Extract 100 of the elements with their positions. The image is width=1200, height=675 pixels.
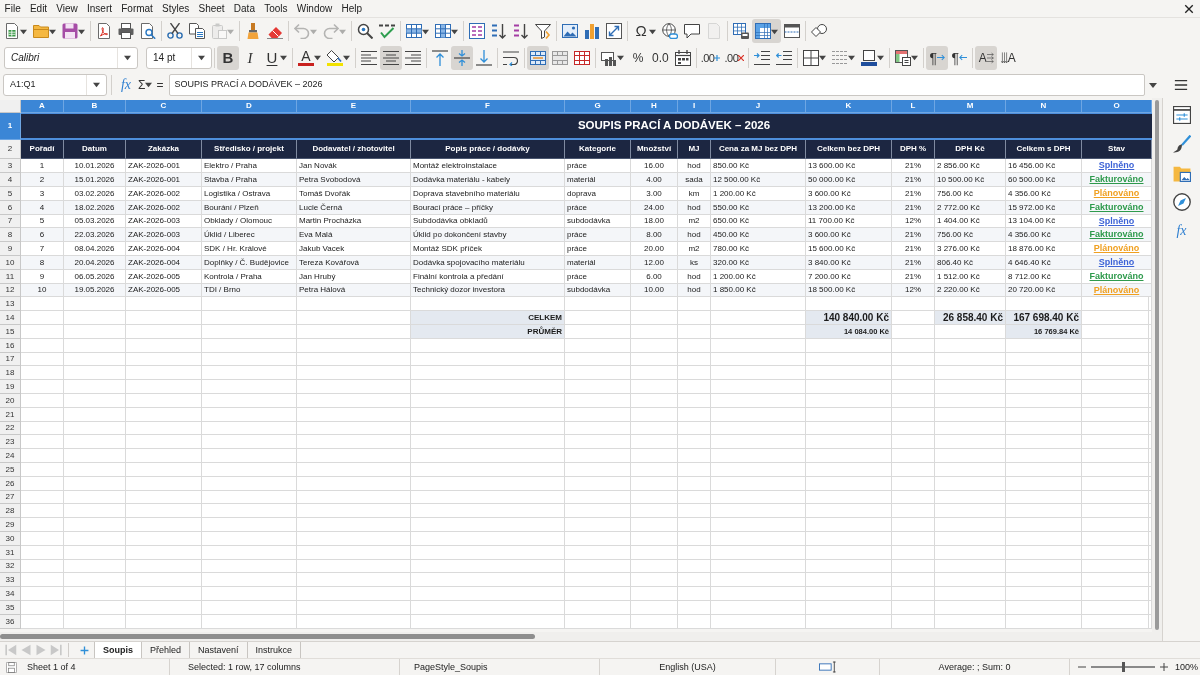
row-header[interactable]: 33 [0,573,21,587]
sum-button[interactable]: Σ [136,72,155,97]
add-decimal-button[interactable]: .00 [698,45,723,70]
menu-icon[interactable] [1174,77,1189,92]
zoom-in-icon[interactable] [1160,663,1168,671]
align-center-button[interactable] [380,45,402,70]
column-header[interactable]: A [21,100,64,113]
caret-icon[interactable] [1149,80,1158,89]
row-header[interactable]: 5 [0,187,21,201]
row-header[interactable]: 22 [0,422,21,435]
zoom-percent-text[interactable]: 100% [1175,661,1199,673]
menu-item[interactable]: Tools [259,2,293,15]
column-header[interactable]: H [631,100,678,113]
left-to-right-button[interactable]: ¶ [926,45,949,70]
name-box-field[interactable]: A1:Q1 [3,73,107,96]
column-header[interactable]: B [64,100,126,113]
text-top-to-bottom-button[interactable]: A [997,45,1020,70]
row-header[interactable]: 28 [0,504,21,518]
menu-item[interactable]: File [0,2,26,15]
menu-item[interactable]: Edit [25,2,52,15]
close-icon[interactable] [1184,3,1194,14]
menu-item[interactable]: Insert [82,2,117,15]
row-header[interactable]: 21 [0,408,21,422]
horizontal-scrollbar[interactable] [0,632,1152,641]
column-header[interactable]: F [411,100,565,113]
row-header[interactable]: 14 [0,311,21,325]
scrollbar-thumb[interactable] [1155,100,1159,630]
row-header[interactable]: 7 [0,215,21,228]
row-header[interactable]: 3 [0,159,21,173]
row-header[interactable]: 1 [0,113,21,140]
scrollbar-thumb[interactable] [0,634,535,639]
font-color-button[interactable]: A [295,45,324,70]
font-name-field[interactable]: Calibri [4,46,138,69]
row-header[interactable]: 16 [0,339,21,353]
column-header[interactable]: E [297,100,411,113]
menu-item[interactable]: View [51,2,83,15]
language-text[interactable]: English (USA) [659,661,716,673]
freeze-panes-button[interactable] [752,19,781,43]
special-character-button[interactable]: Ω [630,19,659,43]
bold-button[interactable]: B [217,45,239,70]
menu-item[interactable]: Data [229,2,260,15]
menu-item[interactable]: Format [116,2,158,15]
row-header[interactable]: 19 [0,380,21,394]
column-header[interactable]: L [892,100,935,113]
row-header[interactable]: 15 [0,325,21,339]
row-header[interactable]: 4 [0,173,21,187]
sheet-tab[interactable]: Soupis [94,642,142,658]
column-header[interactable]: C [126,100,202,113]
merge-center-button[interactable] [527,45,549,70]
row-header[interactable]: 30 [0,532,21,546]
function-wizard-button[interactable]: fx [116,72,136,97]
italic-button[interactable]: I [239,45,261,70]
menu-item[interactable]: Window [292,2,337,15]
row-header[interactable]: 36 [0,615,21,629]
row-header[interactable]: 25 [0,463,21,477]
sheet-tab[interactable]: Nastavení [190,642,248,658]
formula-input[interactable]: SOUPIS PRACÍ A DODÁVEK – 2026 [169,73,1146,96]
row-header[interactable]: 35 [0,601,21,615]
row-header[interactable]: 11 [0,270,21,284]
row-header[interactable]: 24 [0,449,21,463]
column-header[interactable]: G [565,100,631,113]
column-header[interactable]: N [1006,100,1082,113]
column-header[interactable]: M [935,100,1006,113]
percent-format-button[interactable]: % [627,45,649,70]
column-header[interactable]: K [806,100,892,113]
right-to-left-button[interactable]: ¶ [948,45,971,70]
row-header[interactable]: 34 [0,587,21,601]
column-header[interactable]: I [678,100,711,113]
standard-format-button[interactable]: 0.0 [649,45,672,70]
sheet-tab[interactable]: Instrukce [247,642,302,658]
row-header[interactable]: 27 [0,491,21,504]
row-header[interactable]: 2 [0,140,21,159]
underline-button[interactable]: U [261,45,290,70]
row-header[interactable]: 31 [0,546,21,560]
row-header[interactable]: 13 [0,297,21,311]
row-header[interactable]: 32 [0,560,21,573]
delete-decimal-button[interactable]: .00 [722,45,747,70]
row-header[interactable]: 6 [0,201,21,215]
vertical-scrollbar[interactable] [1152,98,1162,641]
align-middle-button[interactable] [451,45,473,70]
row-header[interactable]: 26 [0,477,21,491]
sidebar-functions-button[interactable]: fx [1169,220,1194,242]
column-header[interactable]: D [202,100,297,113]
column-header[interactable]: J [711,100,806,113]
formula-button[interactable]: = [154,72,166,97]
row-header[interactable]: 18 [0,366,21,380]
row-header[interactable]: 23 [0,435,21,449]
font-size-field[interactable]: 14 pt [146,46,212,69]
row-header[interactable]: 20 [0,394,21,408]
sheet-tab[interactable]: Přehled [142,642,191,658]
menu-item[interactable]: Styles [157,2,194,15]
row-header[interactable]: 12 [0,284,21,297]
row-header[interactable]: 10 [0,256,21,270]
text-left-to-right-button[interactable]: A [975,45,998,70]
row-header[interactable]: 29 [0,518,21,532]
selection-mode-icon[interactable] [818,661,837,673]
plus-icon[interactable] [80,645,89,655]
row-header[interactable]: 9 [0,242,21,256]
menu-item[interactable]: Sheet [193,2,230,15]
menu-item[interactable]: Help [336,2,367,15]
